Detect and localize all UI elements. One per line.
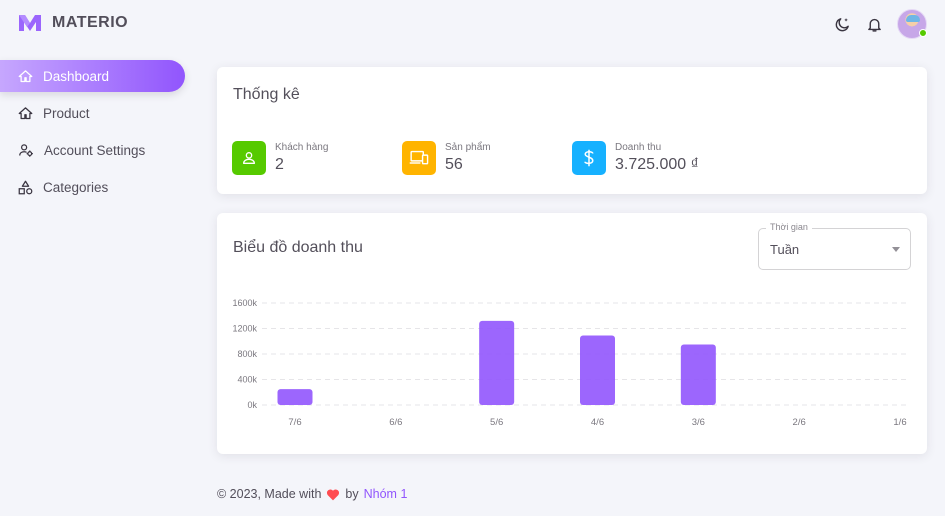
stat-label: Sản phẩm	[445, 142, 491, 153]
sidebar-item-dashboard[interactable]: Dashboard	[0, 60, 185, 92]
account-icon	[243, 152, 255, 164]
sidebar-item-categories[interactable]: Categories	[0, 171, 185, 203]
x-tick-label: 3/6	[692, 417, 705, 428]
dollar-icon	[584, 149, 594, 167]
stat-customers: Khách hàng 2	[232, 141, 328, 175]
footer: © 2023, Made with by Nhóm 1	[217, 487, 407, 501]
bell-icon	[867, 18, 881, 32]
stat-label: Khách hàng	[275, 142, 329, 153]
footer-prefix: © 2023, Made with	[217, 487, 322, 501]
revenue-chart-card: Biểu đồ doanh thu Thời gian Tuần 1600k 12…	[217, 213, 927, 454]
avatar-hair	[906, 15, 920, 22]
x-tick-label: 6/6	[389, 417, 402, 428]
app-name: MATERIO	[52, 14, 129, 31]
stats-title: Thống kê	[233, 86, 300, 103]
x-tick-label: 5/6	[490, 417, 503, 428]
select-label: Thời gian	[766, 222, 812, 232]
sidebar-item-product[interactable]: Product	[0, 97, 185, 129]
chart-bar[interactable]	[680, 344, 716, 405]
shapes-icon	[18, 180, 33, 194]
footer-brand-link[interactable]: Nhóm 1	[364, 487, 408, 501]
moon-icon	[835, 17, 849, 31]
sidebar-item-label: Account Settings	[44, 142, 146, 158]
stat-icon-box	[572, 141, 606, 175]
devices-icon	[409, 150, 429, 165]
stat-value: 2	[275, 156, 284, 173]
materio-logo-icon	[19, 15, 41, 31]
stat-text: Doanh thu 3.725.000 ₫	[615, 142, 699, 174]
stat-text: Khách hàng 2	[275, 142, 328, 174]
x-tick-label: 2/6	[793, 417, 806, 428]
chart-bar[interactable]	[580, 335, 615, 405]
stat-value: 3.725.000 ₫	[615, 156, 699, 173]
stats-card: Thống kê Khách hàng 2 Sản phẩm 56 Doanh …	[217, 67, 927, 194]
notifications-button[interactable]	[865, 15, 883, 33]
sidebar-item-label: Dashboard	[43, 68, 110, 84]
stat-products: Sản phẩm 56	[402, 141, 491, 175]
sidebar-item-label: Product	[43, 105, 90, 121]
chart-bar[interactable]	[277, 389, 313, 405]
theme-toggle-button[interactable]	[833, 15, 851, 33]
y-tick-label: 0k	[247, 400, 257, 410]
sidebar-nav: Dashboard Product Account Settings Categ…	[0, 60, 185, 208]
stat-label: Doanh thu	[615, 142, 662, 153]
chart-bar[interactable]	[479, 320, 515, 405]
x-tick-label: 7/6	[288, 417, 301, 428]
y-tick-label: 800k	[237, 349, 257, 359]
avatar[interactable]	[897, 9, 927, 39]
account-cog-icon	[19, 143, 33, 157]
select-value: Tuần	[770, 242, 800, 257]
sidebar-item-account-settings[interactable]: Account Settings	[0, 134, 185, 166]
x-tick-label: 1/6	[893, 417, 906, 428]
stat-revenue: Doanh thu 3.725.000 ₫	[572, 141, 699, 175]
header-actions	[833, 9, 927, 39]
x-tick-label: 4/6	[591, 417, 604, 428]
time-period-select[interactable]: Thời gian Tuần	[758, 222, 911, 270]
app-logo[interactable]: MATERIO	[18, 14, 128, 32]
stat-text: Sản phẩm 56	[445, 142, 491, 174]
chevron-down-icon	[892, 247, 900, 252]
revenue-bar-chart: 1600k 1200k 800k 400k 0k 7/6 6/6 5/6 4/6 3/6 2/6 1/…	[232, 298, 907, 428]
heart-icon	[327, 488, 340, 500]
home-icon	[18, 69, 33, 82]
stat-icon-box	[402, 141, 436, 175]
online-status-dot	[919, 29, 927, 37]
stat-value: 56	[445, 156, 463, 173]
y-tick-label: 1200k	[232, 324, 257, 334]
footer-by: by	[345, 487, 359, 501]
y-tick-label: 1600k	[232, 298, 257, 308]
sidebar-item-label: Categories	[43, 179, 109, 195]
chart-title: Biểu đồ doanh thu	[233, 239, 363, 256]
y-tick-label: 400k	[237, 375, 257, 385]
home-icon	[18, 106, 33, 119]
stat-icon-box	[232, 141, 266, 175]
